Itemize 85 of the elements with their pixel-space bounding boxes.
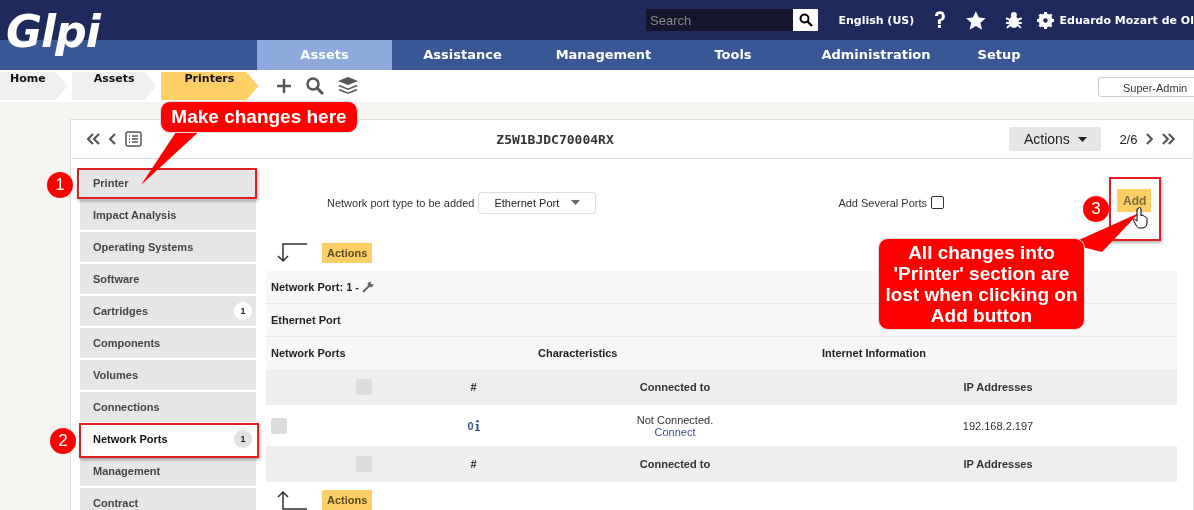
search-field[interactable]: Search [646, 9, 794, 31]
breadcrumb[interactable]: Assets [71, 72, 157, 100]
sidebar-item[interactable]: Volumes [80, 360, 256, 390]
caret-icon [571, 200, 581, 205]
count-badge: 1 [234, 430, 252, 448]
connect-link[interactable]: Connect [654, 425, 696, 438]
breadcrumb[interactable]: Printers [160, 72, 259, 100]
user-menu[interactable]: Eduardo Mozart de Ol [1036, 11, 1194, 29]
search-icon[interactable] [793, 9, 819, 31]
step-marker: 1 [47, 172, 73, 198]
layers-icon[interactable] [338, 77, 359, 95]
row-checkbox[interactable] [271, 417, 287, 434]
group-heading: Internet Information [822, 347, 927, 359]
logo[interactable]: Glpi [6, 4, 100, 60]
port-title: Network Port: 1 - [271, 281, 359, 293]
group-heading: Characteristics [538, 347, 619, 359]
sidebar-label: Volumes [93, 369, 139, 381]
column-header: IP Addresses [962, 458, 1034, 470]
field-label: Add Several Ports [838, 196, 928, 209]
port-type-dropdown[interactable]: Ethernet Port [478, 191, 597, 214]
arrow-up-icon [276, 490, 308, 510]
sidebar-label: Network Ports [93, 433, 168, 445]
star-icon[interactable] [966, 10, 986, 30]
sidebar-label: Components [93, 337, 161, 349]
field-label: Network port type to be added [327, 196, 475, 209]
pager-text: 2/6 [1119, 131, 1138, 147]
count-badge: 1 [234, 302, 252, 320]
menu-tab[interactable]: Tools [674, 40, 792, 70]
hand-cursor-icon [1133, 207, 1149, 229]
profile-selector[interactable]: Super-Admin [1098, 77, 1194, 97]
help-icon[interactable] [933, 11, 948, 29]
callout: All changes into 'Printer' section are lost when clicking on Add button [878, 238, 1085, 330]
sidebar-label: Operating Systems [93, 241, 194, 253]
first-icon[interactable] [87, 133, 101, 145]
sidebar-label: Connections [93, 401, 160, 413]
list-icon[interactable] [125, 131, 142, 147]
actions-button[interactable]: Actions [322, 243, 373, 263]
bug-icon[interactable] [1004, 11, 1023, 29]
last-icon[interactable] [1161, 133, 1175, 145]
breadcrumb[interactable]: Home [0, 72, 68, 100]
menu-tab[interactable]: Setup [960, 40, 1038, 70]
info-icon[interactable] [474, 420, 480, 431]
table-cell: 0 [467, 419, 474, 432]
add-button[interactable]: Add [1117, 189, 1152, 212]
group-heading: Network Ports [271, 347, 347, 359]
column-header: # [469, 381, 478, 393]
menu-tab[interactable]: Management [533, 40, 674, 70]
sidebar-item[interactable]: Software [80, 264, 256, 294]
wrench-icon[interactable] [362, 281, 374, 293]
checkbox[interactable] [931, 196, 945, 209]
actions-button[interactable]: Actions [1009, 127, 1102, 151]
gear-icon [1036, 11, 1054, 29]
record-title: Z5W1BJDC70004RX [496, 131, 615, 147]
sidebar-label: Contract [93, 497, 139, 509]
menu-tab[interactable]: Administration [792, 40, 960, 70]
column-header: IP Addresses [962, 381, 1034, 393]
sidebar-item[interactable]: Cartridges 1 [80, 296, 256, 326]
sidebar-label: Cartridges [93, 305, 149, 317]
sidebar-label: Software [93, 273, 140, 285]
sidebar-label: Printer [93, 177, 129, 189]
sidebar-label: Impact Analysis [93, 209, 177, 221]
sidebar-label: Management [93, 465, 161, 477]
table-cell-text: 192.168.2.197 [961, 419, 1035, 432]
column-header: Connected to [638, 458, 712, 470]
step-marker: 2 [50, 428, 76, 454]
add-icon[interactable] [276, 78, 293, 94]
menu-tab[interactable]: Assistance [392, 40, 533, 70]
port-type: Ethernet Port [271, 314, 341, 326]
sidebar-item[interactable]: Connections [80, 392, 256, 422]
language-selector[interactable]: English (US) [838, 13, 915, 27]
sidebar-item[interactable]: Contract [80, 488, 256, 510]
previous-icon[interactable] [109, 133, 117, 145]
column-header: # [469, 458, 478, 470]
next-icon[interactable] [1145, 133, 1154, 145]
callout: Make changes here [160, 101, 358, 133]
sidebar-item[interactable]: Management [80, 456, 256, 486]
sidebar-item[interactable]: Operating Systems [80, 232, 256, 262]
table-cell: Not Connected. [636, 413, 714, 426]
column-header: Connected to [638, 381, 712, 393]
sidebar-item[interactable]: Impact Analysis [80, 200, 256, 230]
arrow-down-icon [276, 243, 308, 263]
sidebar-item[interactable]: Components [80, 328, 256, 358]
search-icon[interactable] [306, 77, 325, 95]
caret-icon [1077, 136, 1087, 142]
actions-button[interactable]: Actions [322, 490, 373, 510]
